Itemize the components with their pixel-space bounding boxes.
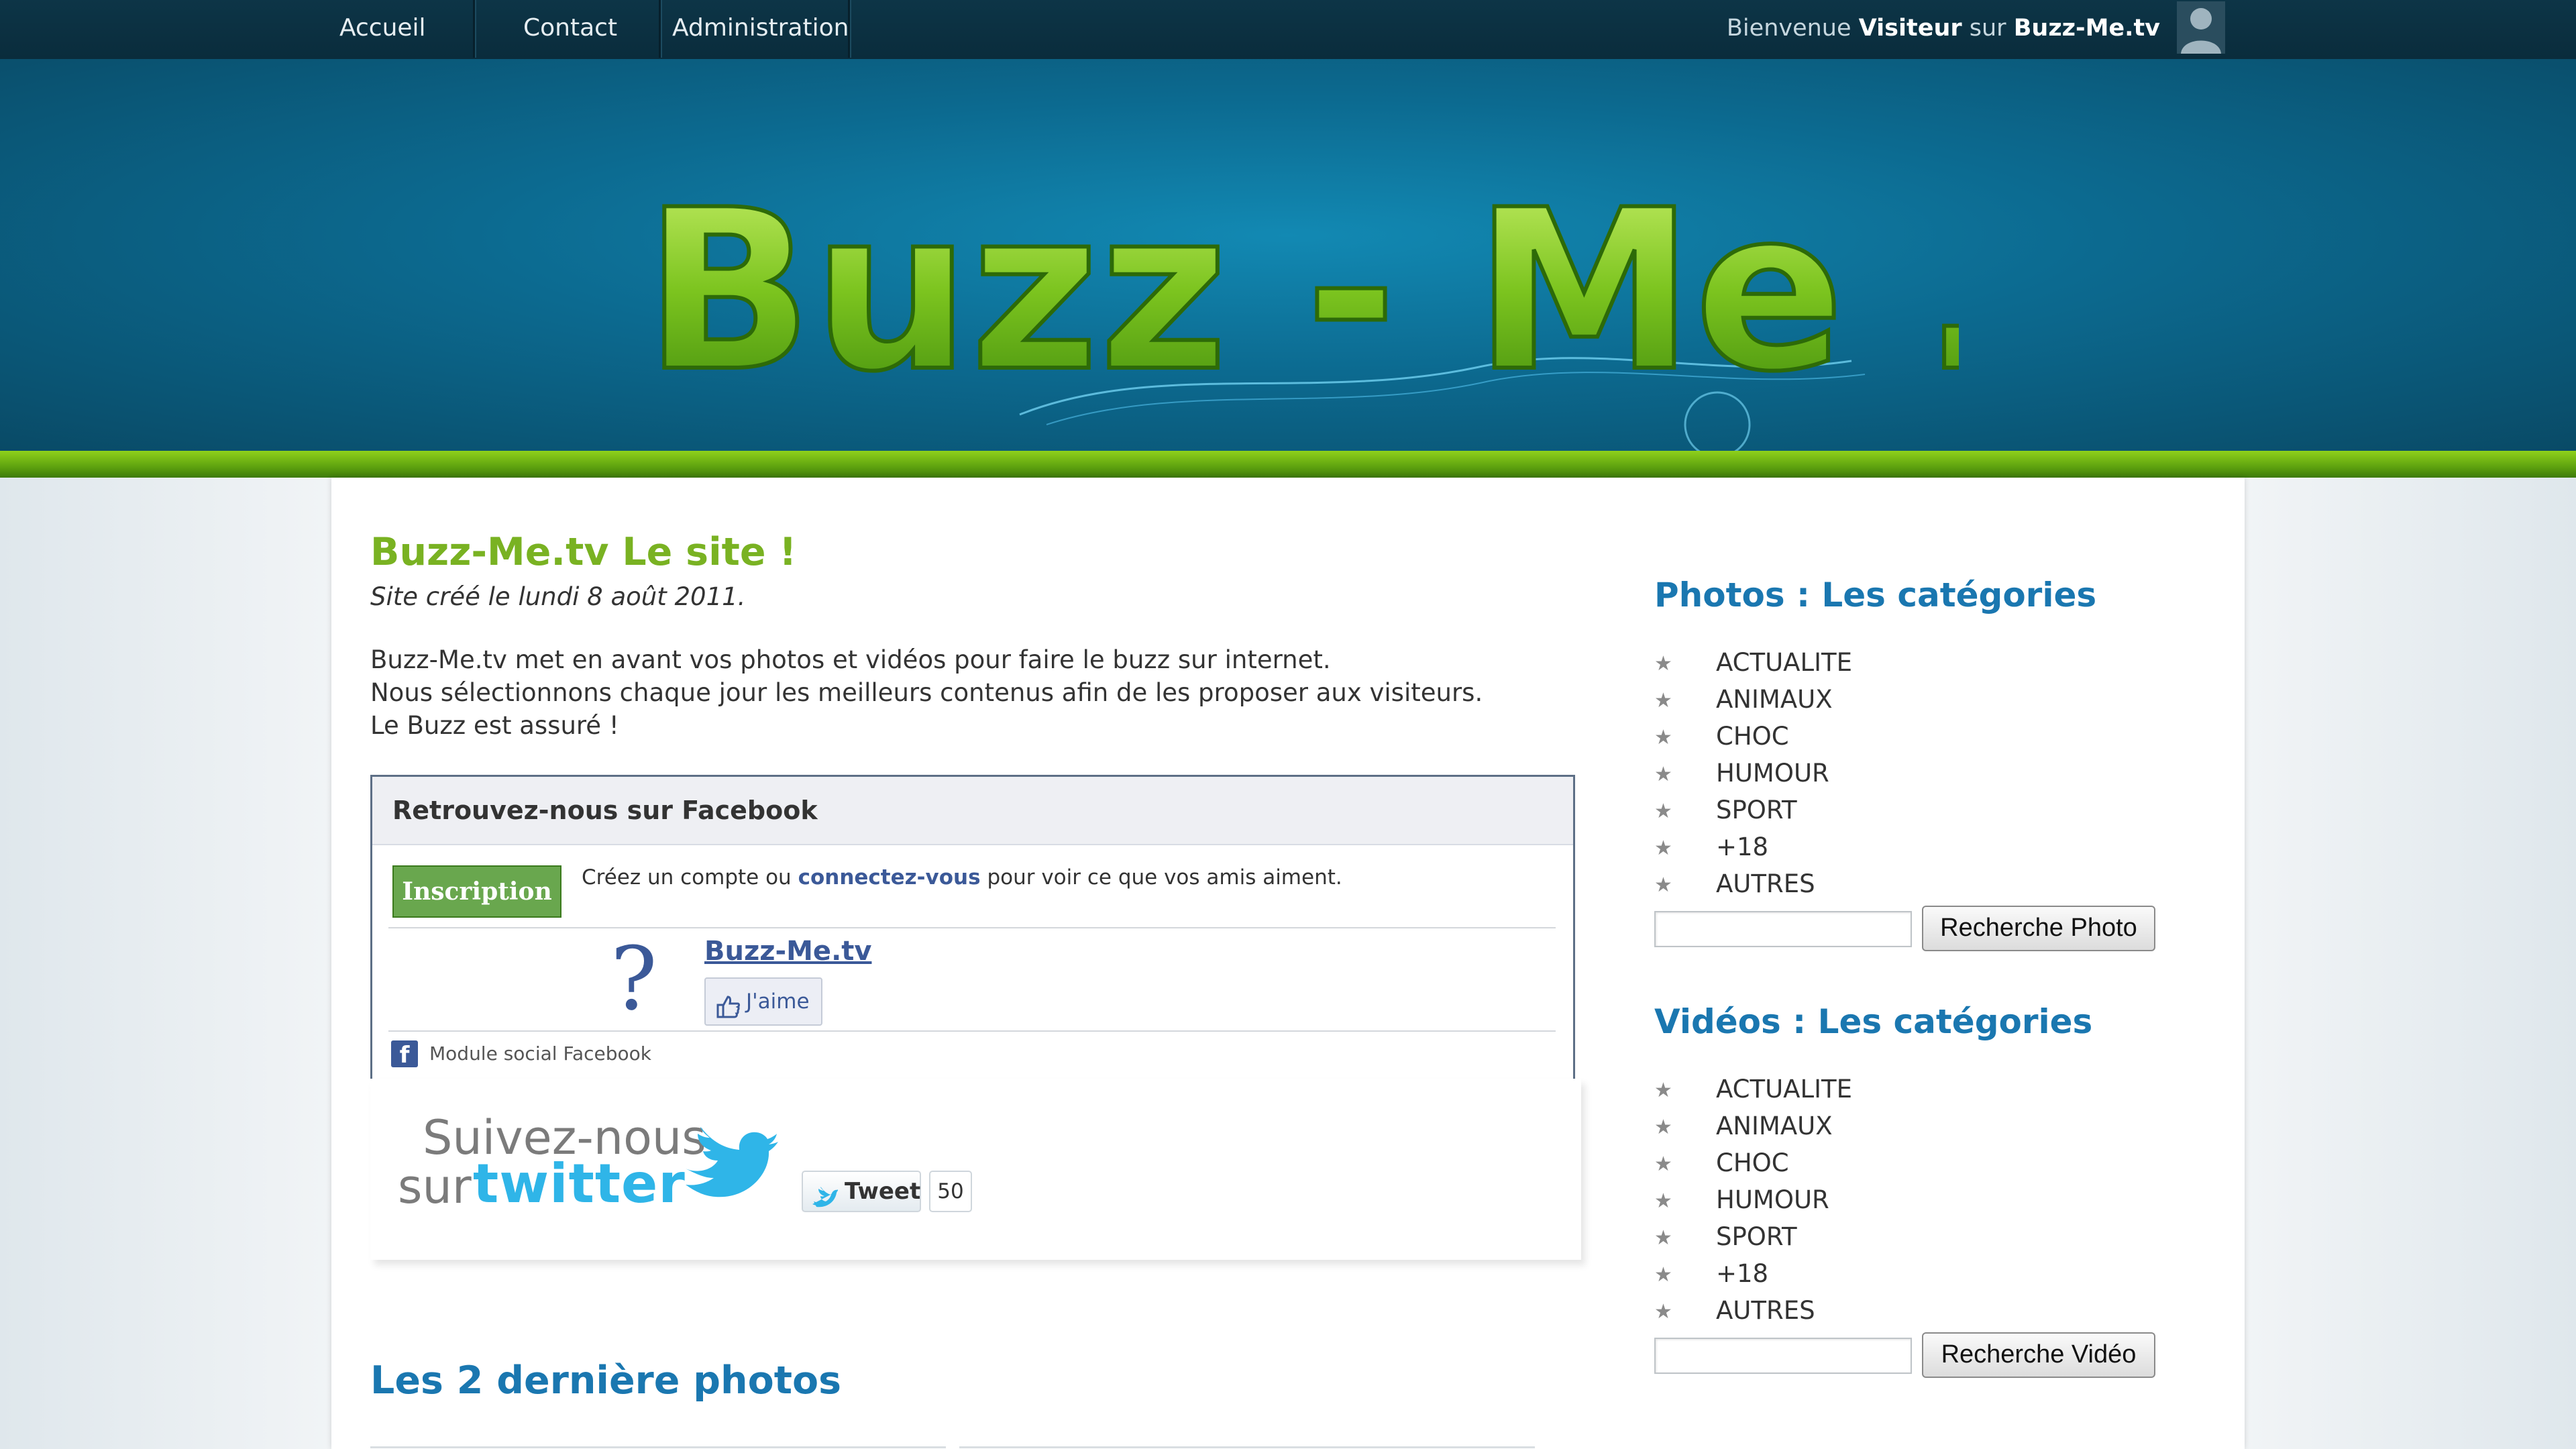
welcome-user: Visiteur: [1858, 15, 1962, 42]
star-icon: ★: [1654, 1263, 1672, 1287]
star-icon: ★: [1654, 689, 1672, 712]
star-icon: ★: [1654, 726, 1672, 749]
welcome-message: Bienvenue Visiteur sur Buzz-Me.tv: [1727, 0, 2160, 58]
signup-text-before: Créez un compte ou: [582, 865, 792, 890]
thumbs-up-icon: [716, 989, 741, 1035]
facebook-box-header: Retrouvez-nous sur Facebook: [372, 777, 1573, 845]
nav-accueil[interactable]: Accueil: [339, 0, 426, 58]
top-nav-bar: Accueil Contact Administration Bienvenue…: [0, 0, 2576, 59]
facebook-divider: [388, 1030, 1556, 1032]
photo-thumb-top-edge: [370, 1446, 946, 1448]
star-icon: ★: [1654, 1079, 1672, 1102]
category-label[interactable]: +18: [1716, 833, 1768, 861]
facebook-page-link[interactable]: Buzz-Me.tv: [704, 936, 871, 967]
user-silhouette-icon[interactable]: [2177, 1, 2225, 54]
star-icon: ★: [1654, 1300, 1672, 1324]
nav-separator: [848, 0, 851, 58]
photo-thumb-top-edge: [959, 1446, 1535, 1448]
facebook-signup-text: Créez un compte ou connectez-vous pour v…: [582, 865, 1342, 890]
facebook-f-icon[interactable]: f: [391, 1040, 418, 1069]
category-label[interactable]: AUTRES: [1716, 869, 1815, 898]
facebook-signup-button[interactable]: Inscription: [392, 865, 561, 918]
star-icon: ★: [1654, 763, 1672, 786]
photos-categories-title: Photos : Les catégories: [1654, 576, 2097, 614]
twitter-bird-icon[interactable]: [678, 1127, 778, 1203]
intro-line-2: Nous sélectionnons chaque jour les meill…: [370, 678, 1483, 707]
category-label[interactable]: SPORT: [1716, 796, 1797, 824]
nav-administration[interactable]: Administration: [672, 0, 849, 58]
star-icon: ★: [1654, 1226, 1672, 1250]
welcome-site: Buzz-Me.tv: [2013, 15, 2160, 42]
intro-line-1: Buzz-Me.tv met en avant vos photos et vi…: [370, 645, 1331, 674]
facebook-login-link[interactable]: connectez-vous: [798, 865, 981, 890]
nav-separator: [659, 0, 662, 58]
photo-search-input[interactable]: [1654, 911, 1912, 947]
nav-separator: [473, 0, 476, 58]
star-icon: ★: [1654, 1189, 1672, 1213]
category-label[interactable]: ACTUALITE: [1716, 1075, 1852, 1104]
facebook-divider: [388, 927, 1556, 928]
tweet-count: 50: [929, 1171, 972, 1212]
videos-categories-title: Vidéos : Les catégories: [1654, 1002, 2093, 1041]
facebook-box-title: Retrouvez-nous sur Facebook: [392, 796, 818, 825]
category-label[interactable]: ACTUALITE: [1716, 648, 1852, 677]
twitter-wordmark[interactable]: twitter: [473, 1152, 686, 1215]
category-label[interactable]: +18: [1716, 1259, 1768, 1288]
site-logo[interactable]: Buzz - Me . tv: [644, 160, 1959, 468]
category-label[interactable]: SPORT: [1716, 1222, 1797, 1251]
star-icon: ★: [1654, 1116, 1672, 1139]
star-icon: ★: [1654, 652, 1672, 676]
category-label[interactable]: HUMOUR: [1716, 1185, 1829, 1214]
tweet-button[interactable]: Tweet: [802, 1171, 921, 1212]
facebook-footer-text: Module social Facebook: [429, 1042, 652, 1065]
logo-text: Buzz - Me . tv: [644, 162, 1959, 420]
intro-line-3: Le Buzz est assuré !: [370, 711, 619, 740]
page-title: Buzz-Me.tv Le site !: [370, 530, 797, 574]
star-icon: ★: [1654, 1152, 1672, 1176]
welcome-prefix: Bienvenue: [1726, 15, 1851, 42]
facebook-like-button[interactable]: J'aime: [704, 977, 822, 1026]
twitter-follow-text-sur: sur: [398, 1159, 472, 1214]
category-label[interactable]: AUTRES: [1716, 1296, 1815, 1325]
tweet-label: Tweet: [845, 1178, 921, 1205]
header-green-band: [0, 451, 2576, 478]
site-creation-date: Site créé le lundi 8 août 2011.: [370, 582, 746, 611]
category-label[interactable]: CHOC: [1716, 1148, 1789, 1177]
video-search-input[interactable]: [1654, 1338, 1912, 1374]
facebook-like-label: J'aime: [746, 989, 810, 1014]
header-banner: Buzz - Me . tv: [0, 59, 2576, 458]
category-label[interactable]: CHOC: [1716, 722, 1789, 751]
category-label[interactable]: ANIMAUX: [1716, 1112, 1833, 1140]
star-icon: ★: [1654, 873, 1672, 897]
twitter-bird-small-icon: [811, 1181, 842, 1220]
page-background-right: [2245, 478, 2576, 1449]
video-search-button[interactable]: Recherche Vidéo: [1922, 1332, 2155, 1378]
category-label[interactable]: HUMOUR: [1716, 759, 1829, 788]
latest-photos-heading: Les 2 dernière photos: [370, 1358, 842, 1403]
facebook-page-avatar-placeholder: ?: [610, 928, 657, 1030]
star-icon: ★: [1654, 837, 1672, 860]
photo-search-button[interactable]: Recherche Photo: [1922, 906, 2155, 951]
nav-contact[interactable]: Contact: [523, 0, 617, 58]
page-background-left: [0, 478, 331, 1449]
signup-text-after: pour voir ce que vos amis aiment.: [987, 865, 1342, 890]
category-label[interactable]: ANIMAUX: [1716, 685, 1833, 714]
facebook-like-box: Retrouvez-nous sur Facebook Inscription …: [370, 775, 1575, 1081]
welcome-mid: sur: [1969, 15, 2006, 42]
star-icon: ★: [1654, 800, 1672, 823]
